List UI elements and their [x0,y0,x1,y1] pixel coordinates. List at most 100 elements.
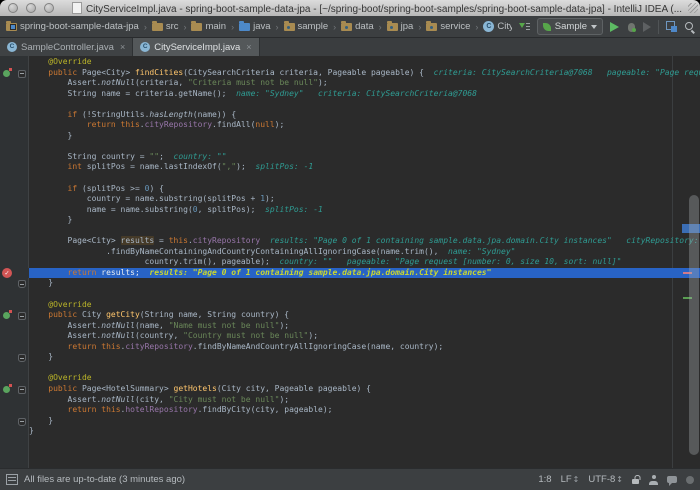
overrides-method-icon[interactable] [3,386,10,393]
breadcrumb-item-spring-boot-sample-data-jpa[interactable]: spring-boot-sample-data-jpa [4,20,141,33]
close-window-button[interactable] [8,3,18,13]
code-text: @Override [29,373,92,384]
code-line: Assert.notNull(country, "Country must no… [0,331,700,342]
fold-collapse-icon[interactable] [18,70,26,78]
gutter-cell [0,89,29,100]
code-text: public City getCity(String name, String … [29,310,289,321]
breadcrumb-item-src[interactable]: src [150,20,181,33]
code-line: } [0,352,700,363]
code-text: return this.cityRepository.findAll(null)… [29,120,284,131]
gutter-cell[interactable] [0,68,29,79]
gutter-cell[interactable] [0,384,29,395]
resize-grip-icon[interactable] [688,3,698,13]
tool-windows-icon[interactable] [666,21,677,32]
code-line [0,363,700,374]
event-log-icon[interactable] [667,476,677,483]
zoom-window-button[interactable] [44,3,54,13]
close-tab-icon[interactable]: × [120,42,125,52]
gutter-cell [0,300,29,311]
code-text: } [29,352,53,363]
minimize-window-button[interactable] [26,3,36,13]
gutter-cell [0,352,29,363]
gutter-cell [0,205,29,216]
file-icon [72,2,82,14]
chevron-right-icon: › [379,22,382,32]
navigation-bar: spring-boot-sample-data-jpa›src›main›jav… [0,16,700,38]
breadcrumb-item-CityServiceImpl[interactable]: CityServiceImpl [481,20,511,33]
search-icon[interactable] [684,21,696,33]
status-widgets: 1:8 LF↕ UTF-8↕ [538,474,694,485]
code-line: if (splitPos >= 0) { [0,184,700,195]
chevron-right-icon: › [231,22,234,32]
code-text: @Override [29,57,92,68]
encoding-select[interactable]: UTF-8↕ [588,474,623,485]
fold-end-icon[interactable] [18,280,26,288]
breadcrumb-item-jpa[interactable]: jpa [385,20,416,33]
fold-end-icon[interactable] [18,354,26,362]
gutter-cell [0,162,29,173]
vertical-scrollbar[interactable] [689,195,699,455]
code-text: } [29,416,53,427]
code-text: String name = criteria.getName(); name: … [29,89,477,100]
overrides-method-icon[interactable] [3,70,10,77]
code-line [0,289,700,300]
code-line: return this.cityRepository.findAll(null)… [0,120,700,131]
code-line: country = name.substring(splitPos + 1); [0,194,700,205]
gutter-cell [0,447,29,458]
code-line [0,226,700,237]
toolwindow-toggle-icon[interactable] [6,474,18,485]
gutter-cell [0,215,29,226]
code-line: @Override [0,373,700,384]
editor-tab-CityServiceImpl.java[interactable]: CityServiceImpl.java× [133,38,259,56]
breadcrumb-label: java [253,21,270,32]
code-line: } [0,416,700,427]
vcs-update-icon[interactable] [518,21,530,33]
debug-button[interactable] [626,21,636,32]
gutter-cell [0,173,29,184]
gutter-cell[interactable]: ✓ [0,268,29,279]
breadcrumb-item-data[interactable]: data [339,20,376,33]
class-icon [7,42,17,52]
gutter-cell [0,405,29,416]
code-text: } [29,131,72,142]
code-text: Page<City> results = this.cityRepository… [29,236,699,247]
breakpoint-icon[interactable]: ✓ [2,268,12,278]
code-line: } [0,278,700,289]
gutter-cell [0,78,29,89]
gutter-cell[interactable] [0,310,29,321]
breadcrumb-item-sample[interactable]: sample [282,20,331,33]
breadcrumb-item-service[interactable]: service [424,20,472,33]
inspections-hector-icon[interactable] [649,475,658,485]
code-text: } [29,426,34,437]
updown-arrows-icon: ↕ [573,475,580,484]
chevron-right-icon: › [475,22,478,32]
gutter-cell [0,342,29,353]
breadcrumb-item-main[interactable]: main [189,20,228,33]
gutter-cell [0,99,29,110]
chevron-right-icon: › [144,22,147,32]
fold-collapse-icon[interactable] [18,386,26,394]
run-configuration-select[interactable]: Sample [537,18,603,35]
code-text: .findByNameContainingAndCountryContainin… [29,247,515,258]
code-text: if (splitPos >= 0) { [29,184,164,195]
run-with-coverage-button[interactable] [643,22,651,32]
gutter-cell [0,437,29,448]
editor-tab-SampleController.java[interactable]: SampleController.java× [0,38,133,56]
code-line [0,99,700,110]
gutter-cell [0,57,29,68]
overrides-method-icon[interactable] [3,312,10,319]
caret-position[interactable]: 1:8 [538,474,551,485]
fold-collapse-icon[interactable] [18,312,26,320]
breadcrumb-item-java[interactable]: java [237,20,272,33]
fold-end-icon[interactable] [18,418,26,426]
line-ending-select[interactable]: LF↕ [561,474,580,485]
code-line: Page<City> results = this.cityRepository… [0,236,700,247]
close-tab-icon[interactable]: × [246,42,251,52]
class-icon [140,42,150,52]
code-line [0,437,700,448]
code-text: return results; results: "Page 0 of 1 co… [29,268,491,279]
code-editor[interactable]: @Override public Page<City> findCities(C… [0,56,700,468]
gutter-cell [0,426,29,437]
run-button[interactable] [610,22,619,32]
unlock-icon[interactable] [632,475,640,484]
